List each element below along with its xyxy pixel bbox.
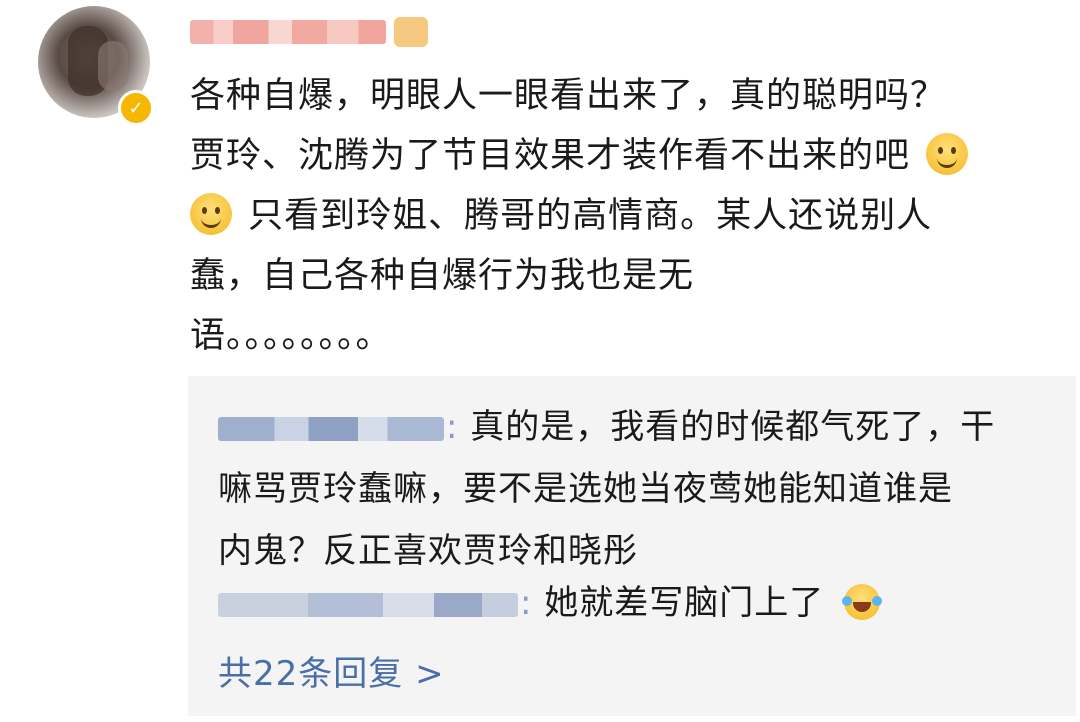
smile-emoji-icon [926, 133, 969, 175]
avatar-blur [98, 41, 128, 91]
verified-badge-icon: ✓ [118, 90, 154, 126]
laugh-cry-emoji-icon [842, 584, 883, 620]
comment-line: 只看到玲姐、腾哥的高情商。某人还说别人 [190, 186, 1062, 246]
username-blurred [190, 20, 386, 44]
reply-username-blurred[interactable] [218, 416, 444, 441]
more-replies-link[interactable]: 共22条回复 > [218, 646, 445, 695]
reply-line: 嘛骂贾玲蠢嘛，要不是选她当夜莺她能知道谁是 [218, 469, 953, 509]
reply-line: : 真的是，我看的时候都气死了，干 [218, 396, 1038, 458]
reply-separator: : [520, 583, 533, 623]
comment-line: 蠢，自己各种自爆行为我也是无 [190, 256, 695, 296]
reply-item[interactable]: : 真的是，我看的时候都气死了，干 嘛骂贾玲蠢嘛，要不是选她当夜莺她能知道谁是 … [218, 396, 1038, 582]
comment-line: 各种自爆，明眼人一眼看出来了，真的聪明吗？ [190, 76, 947, 116]
vip-badge-icon [394, 17, 428, 47]
reply-item[interactable]: : 她就差写脑门上了 [218, 572, 1038, 634]
comment-body: 各种自爆，明眼人一眼看出来了，真的聪明吗？ 贾玲、沈腾为了节目效果才装作看不出来… [190, 66, 1062, 366]
smile-emoji-icon [190, 193, 232, 235]
username[interactable] [190, 16, 428, 48]
comment-line: 贾玲、沈腾为了节目效果才装作看不出来的吧 [190, 126, 1062, 186]
reply-separator: : [446, 407, 459, 447]
reply-username-blurred[interactable] [218, 592, 518, 617]
comment-line: 语。。。。。。。。 [190, 316, 392, 356]
